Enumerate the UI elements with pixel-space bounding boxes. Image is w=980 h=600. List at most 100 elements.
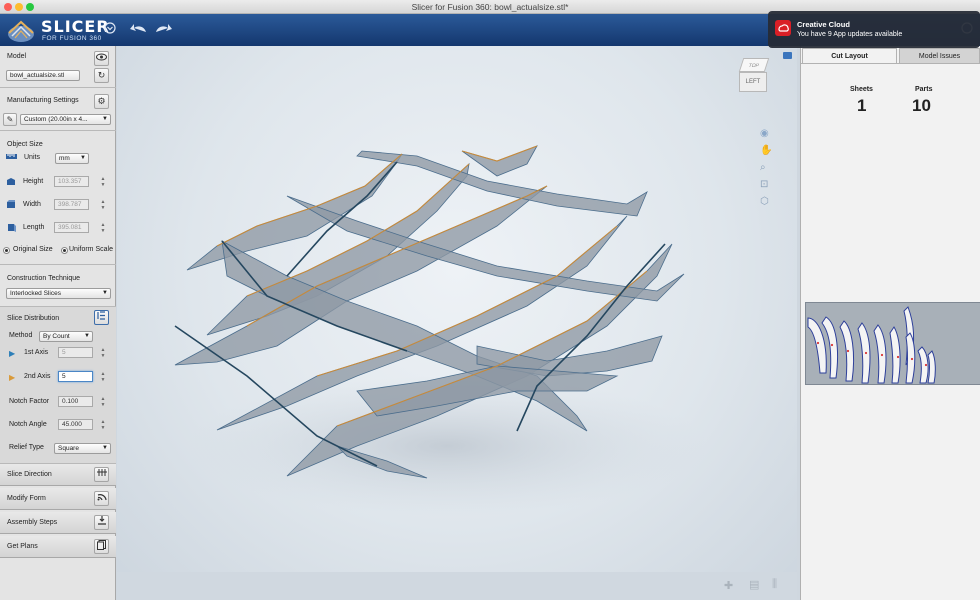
app-logo-title: SLICER <box>41 17 110 36</box>
pan-icon[interactable]: ✋ <box>760 145 772 156</box>
trash-icon[interactable]: ▤ <box>749 578 759 591</box>
units-label: Units <box>24 154 40 161</box>
sheets-label: Sheets <box>850 86 873 93</box>
bowl-model <box>174 145 707 516</box>
relief-type-select[interactable]: Square ▼ <box>54 443 111 454</box>
assembly-steps-nav[interactable]: Assembly Steps <box>0 512 116 534</box>
chevron-down-icon: ▼ <box>102 290 108 296</box>
creative-cloud-icon <box>775 20 791 36</box>
zoom-window-button[interactable] <box>26 3 34 11</box>
viewcube[interactable]: TOP LEFT <box>738 58 770 92</box>
navigation-toolbar: ◉ ✋ ⌕ ⊡ ⬡ <box>757 126 775 212</box>
second-axis-field[interactable]: 5 <box>58 371 93 382</box>
manufacturing-label: Manufacturing Settings <box>7 97 79 104</box>
notch-factor-field[interactable]: 0.100 <box>58 396 93 407</box>
length-field[interactable]: 395.081 <box>54 222 89 233</box>
app-logo-subtitle: FOR FUSION 360 <box>42 35 102 42</box>
tab-cut-layout[interactable]: Cut Layout <box>802 48 897 63</box>
method-label: Method <box>9 332 33 339</box>
window-title: Slicer for Fusion 360: bowl_actualsize.s… <box>411 2 569 12</box>
assembly-icon[interactable] <box>94 515 109 530</box>
second-axis-icon: ▶ <box>9 373 16 382</box>
columns-icon[interactable]: ⫼ <box>772 578 777 591</box>
slice-distribution-section: Slice Distribution Method By Count ▼ ▶ 1s… <box>0 307 116 464</box>
redo-icon[interactable] <box>154 22 172 38</box>
slice-direction-nav[interactable]: Slice Direction <box>0 464 116 486</box>
viewcube-top-face[interactable]: TOP <box>738 58 770 72</box>
relief-type-value: Square <box>58 445 79 452</box>
model-file-name: bowl_actualsize.stl <box>10 72 65 79</box>
slice-distribution-label: Slice Distribution <box>7 315 60 322</box>
fit-icon[interactable]: ⊡ <box>760 179 768 190</box>
model-file-select[interactable]: bowl_actualsize.stl <box>6 70 80 81</box>
first-axis-field[interactable]: 5 <box>58 347 93 358</box>
settings-panel: Model bowl_actualsize.stl ↻ Manufacturin… <box>0 46 116 600</box>
object-size-label: Object Size <box>7 141 43 148</box>
width-stepper[interactable]: ▲ ▼ <box>100 199 106 211</box>
height-field[interactable]: 103.357 <box>54 176 89 187</box>
cut-sheet-preview[interactable] <box>805 302 980 385</box>
gear-icon[interactable]: ⚙ <box>94 94 109 109</box>
notch-factor-stepper[interactable]: ▲ ▼ <box>100 396 106 408</box>
notch-angle-label: Notch Angle <box>9 421 47 428</box>
manufacturing-section: Manufacturing Settings ⚙ ✎ Custom (20.00… <box>0 88 116 131</box>
orbit-icon[interactable]: ◉ <box>760 128 769 139</box>
add-icon[interactable]: ✚ <box>724 579 733 592</box>
zoom-icon[interactable]: ⌕ <box>760 162 766 173</box>
construction-label: Construction Technique <box>7 275 81 282</box>
grid-icon[interactable] <box>94 467 109 482</box>
parts-label: Parts <box>915 86 933 93</box>
chevron-down-icon: ▼ <box>102 116 108 122</box>
sheets-count: 1 <box>857 96 867 115</box>
minimize-window-button[interactable] <box>15 3 23 11</box>
wifi-form-icon[interactable] <box>94 491 109 506</box>
eye-icon[interactable] <box>94 51 109 66</box>
original-size-radio[interactable] <box>3 247 10 254</box>
first-axis-stepper[interactable]: ▲ ▼ <box>100 347 106 359</box>
plans-icon[interactable] <box>94 539 109 554</box>
viewcube-left-face[interactable]: LEFT <box>739 72 767 92</box>
notch-angle-field[interactable]: 45.000 <box>58 419 93 430</box>
second-axis-label: 2nd Axis <box>24 373 51 380</box>
units-select[interactable]: mm ▼ <box>55 153 89 164</box>
get-plans-nav[interactable]: Get Plans <box>0 536 116 558</box>
slicer-logo-icon <box>8 20 34 42</box>
chevron-down-icon: ▼ <box>84 333 90 339</box>
home-icon[interactable]: ⬡ <box>760 196 769 207</box>
modify-form-label: Modify Form <box>7 495 46 502</box>
app-menu-chevron-icon[interactable] <box>102 22 118 38</box>
modify-form-nav[interactable]: Modify Form <box>0 488 116 510</box>
panel-toggle-button[interactable] <box>783 52 792 59</box>
construction-select[interactable]: Interlocked Slices ▼ <box>6 288 111 299</box>
3d-viewport[interactable]: TOP LEFT ◉ ✋ ⌕ ⊡ ⬡ ✚ ▤ ⫼ <box>117 46 797 600</box>
notch-angle-stepper[interactable]: ▲ ▼ <box>100 419 106 431</box>
original-size-label: Original Size <box>13 246 53 253</box>
model-section: Model bowl_actualsize.stl ↻ <box>0 46 116 88</box>
notch-factor-label: Notch Factor <box>9 398 50 405</box>
width-field[interactable]: 398.787 <box>54 199 89 210</box>
length-stepper[interactable]: ▲ ▼ <box>100 222 106 234</box>
material-value: Custom (20.00in x 4... <box>24 116 88 123</box>
width-icon <box>6 200 17 209</box>
material-select[interactable]: Custom (20.00in x 4... ▼ <box>20 114 111 125</box>
assembly-steps-label: Assembly Steps <box>7 519 58 526</box>
distribution-icon[interactable] <box>94 310 109 325</box>
tab-model-issues[interactable]: Model Issues <box>899 48 980 63</box>
slice-direction-label: Slice Direction <box>7 471 52 478</box>
model-label: Model <box>7 53 27 60</box>
length-label: Length <box>23 224 45 231</box>
uniform-scale-radio[interactable] <box>61 247 68 254</box>
height-label: Height <box>23 178 44 185</box>
uniform-scale-label: Uniform Scale <box>69 246 113 253</box>
method-select[interactable]: By Count ▼ <box>39 331 93 342</box>
pencil-icon[interactable]: ✎ <box>3 113 17 126</box>
close-window-button[interactable] <box>4 3 12 11</box>
creative-cloud-notification[interactable]: Creative Cloud You have 9 App updates av… <box>768 11 980 48</box>
object-size-section: Object Size Units mm ▼ Height 103.357 ▲ ▼ … <box>0 131 116 265</box>
method-value: By Count <box>43 333 70 340</box>
height-stepper[interactable]: ▲ ▼ <box>100 176 106 188</box>
refresh-icon[interactable]: ↻ <box>94 68 109 83</box>
undo-icon[interactable] <box>130 22 146 38</box>
second-axis-stepper[interactable]: ▲ ▼ <box>100 371 106 383</box>
cut-sheet-parts <box>807 306 936 384</box>
